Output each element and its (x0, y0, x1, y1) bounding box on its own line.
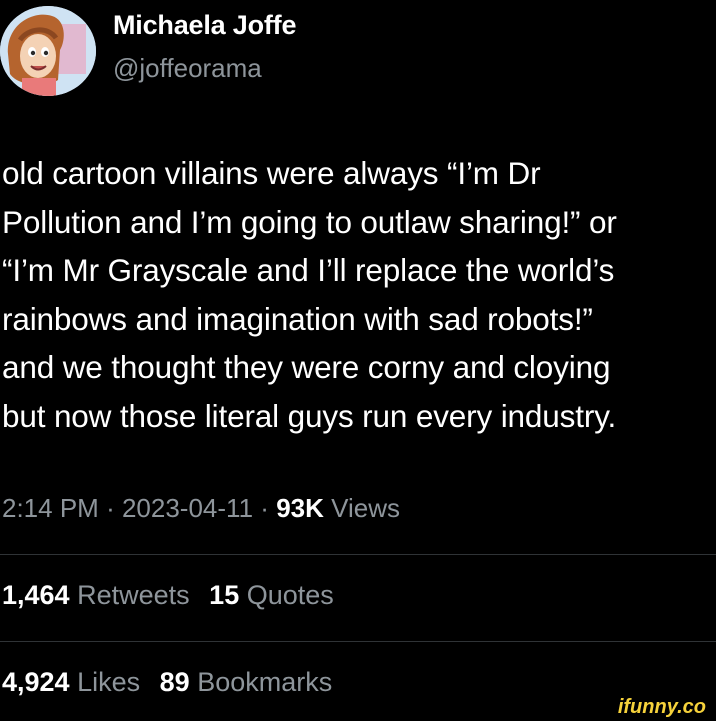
tweet-header: Michaela Joffe @joffeorama (0, 0, 716, 100)
tweet-line: and we thought they were corny and cloyi… (2, 349, 611, 385)
likes-label: Likes (77, 667, 141, 697)
tweet-line: “I’m Mr Grayscale and I’ll replace the w… (2, 252, 615, 288)
stats-row-likes: 4,924 Likes 89 Bookmarks (2, 667, 332, 698)
meta-separator: · (106, 493, 115, 523)
quotes-count: 15 (209, 580, 240, 610)
divider (0, 641, 716, 642)
retweets-stat[interactable]: 1,464 Retweets (2, 580, 190, 610)
avatar-illustration (0, 6, 96, 96)
stats-row-reposts: 1,464 Retweets 15 Quotes (2, 580, 334, 611)
avatar[interactable] (0, 6, 96, 96)
views-label: Views (331, 493, 401, 523)
tweet-line: but now those literal guys run every ind… (2, 397, 617, 434)
tweet-line: Pollution and I’m going to outlaw sharin… (2, 203, 617, 240)
bookmarks-label: Bookmarks (197, 667, 333, 697)
author-name[interactable]: Michaela Joffe (113, 10, 296, 41)
tweet-text: old cartoon villains were always “I’m Dr… (2, 149, 716, 440)
tweet-line: rainbows and imagination with sad robots… (2, 300, 593, 337)
tweet-line: old cartoon villains were always “I’m Dr (2, 155, 541, 191)
quotes-stat[interactable]: 15 Quotes (209, 580, 334, 610)
retweets-count: 1,464 (2, 580, 70, 610)
likes-stat[interactable]: 4,924 Likes (2, 667, 140, 697)
likes-count: 4,924 (2, 667, 70, 697)
bookmarks-count: 89 (159, 667, 190, 697)
views-count: 93K (276, 493, 324, 523)
tweet-time[interactable]: 2:14 PM (2, 493, 99, 523)
meta-separator: · (260, 493, 269, 523)
divider (0, 554, 716, 555)
bookmarks-stat[interactable]: 89 Bookmarks (160, 667, 333, 697)
tweet-date[interactable]: 2023-04-11 (122, 493, 253, 523)
quotes-label: Quotes (246, 580, 334, 610)
author-handle[interactable]: @joffeorama (113, 53, 262, 84)
retweets-label: Retweets (77, 580, 190, 610)
tweet-meta: 2:14 PM · 2023-04-11 · 93K Views (2, 493, 400, 524)
ifunny-watermark: ifunny.co (617, 696, 706, 718)
